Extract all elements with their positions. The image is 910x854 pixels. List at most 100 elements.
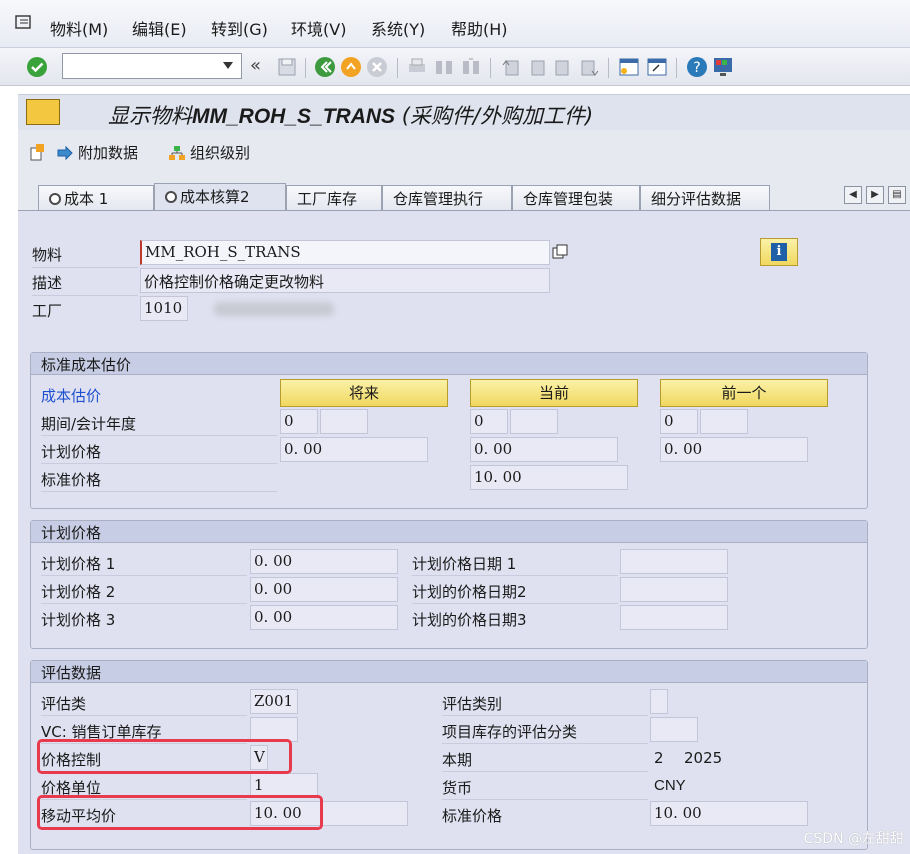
title-suffix: (采购件/外购加工件) (395, 104, 594, 128)
title-bar: 显示物料MM_ROH_S_TRANS (采购件/外购加工件) (18, 94, 910, 130)
tab-label: 仓库管理执行 (393, 190, 484, 208)
org-levels-button[interactable]: 组织级别 (168, 142, 250, 163)
menu-system[interactable]: 系统(Y) (371, 16, 425, 40)
chevron-down-icon[interactable] (223, 62, 233, 69)
tab-prev-icon[interactable]: ◀ (844, 186, 862, 204)
std-price-label: 标准价格 (41, 471, 102, 489)
tab-label: 工厂库存 (297, 190, 358, 208)
last-page-icon[interactable] (578, 56, 600, 78)
copy-icon[interactable] (552, 244, 568, 260)
status-icon (165, 191, 177, 203)
row-underline (41, 715, 247, 716)
material-label: 物料 (32, 246, 63, 264)
previous-plan-price-field: 0. 00 (660, 437, 808, 462)
info-button[interactable]: i (760, 238, 798, 266)
additional-data-button[interactable]: 附加数据 (56, 142, 138, 163)
future-period-field: 0 (280, 409, 318, 434)
future-button[interactable]: 将来 (280, 379, 448, 407)
current-year-field (510, 409, 558, 434)
currency-label: 货币 (442, 779, 473, 797)
enter-check-icon[interactable] (26, 56, 48, 78)
row-underline (442, 715, 648, 716)
separator (305, 58, 306, 78)
planned-date-1-field (620, 549, 728, 574)
current-button[interactable]: 当前 (470, 379, 638, 407)
separator (608, 58, 609, 78)
tab-split-valuation[interactable]: 细分评估数据 (640, 185, 770, 210)
help-icon[interactable]: ? (686, 56, 708, 78)
row-underline (412, 575, 618, 576)
menu-icon[interactable] (14, 14, 34, 32)
menu-goto[interactable]: 转到(G) (211, 16, 268, 40)
price-control-highlight (37, 739, 292, 774)
find-icon[interactable] (433, 56, 455, 78)
tab-label: 成本 1 (64, 190, 109, 208)
shortcut-icon[interactable] (646, 56, 668, 78)
current-plan-price-field: 0. 00 (470, 437, 618, 462)
planned-price-1-label: 计划价格 1 (41, 555, 116, 573)
tab-plant-stock[interactable]: 工厂库存 (286, 185, 382, 210)
other-view-icon[interactable] (28, 142, 48, 162)
material-field[interactable]: MM_ROH_S_TRANS (140, 240, 550, 265)
material-icon (26, 99, 60, 125)
future-year-field (320, 409, 368, 434)
print-icon[interactable] (406, 56, 428, 78)
previous-button[interactable]: 前一个 (660, 379, 828, 407)
exit-icon[interactable] (340, 56, 362, 78)
tab-label: 仓库管理包装 (523, 190, 614, 208)
project-stock-class-label: 项目库存的评估分类 (442, 723, 578, 741)
separator (397, 58, 398, 78)
row-underline (442, 799, 648, 800)
system-toolbar: « ? (0, 48, 910, 86)
tab-costing2[interactable]: 成本核算2 (154, 183, 286, 211)
hierarchy-icon (169, 146, 185, 160)
cancel-icon[interactable] (366, 56, 388, 78)
menu-material[interactable]: 物料(M) (50, 16, 108, 40)
blurred-text (214, 302, 334, 316)
tab-strip: 成本 1 成本核算2 工厂库存 仓库管理执行 仓库管理包装 细分评估数据 ◀ ▶… (18, 174, 910, 211)
row-underline (442, 743, 648, 744)
main-content: 物料 MM_ROH_S_TRANS 描述 价格控制价格确定更改物料 工厂 101… (18, 210, 910, 854)
future-plan-price-field: 0. 00 (280, 437, 428, 462)
back-icon[interactable] (314, 56, 336, 78)
tab-wm-execution[interactable]: 仓库管理执行 (382, 185, 512, 210)
std-price-field-2: 10. 00 (650, 801, 808, 826)
tab-label: 成本核算2 (180, 188, 250, 206)
menu-help[interactable]: 帮助(H) (451, 16, 508, 40)
project-stock-class-field (650, 717, 698, 742)
planned-date-2-field (620, 577, 728, 602)
row-underline (442, 771, 648, 772)
tab-next-icon[interactable]: ▶ (866, 186, 884, 204)
separator (676, 58, 677, 78)
prev-page-icon[interactable] (526, 56, 548, 78)
current-period-label: 本期 (442, 751, 473, 769)
svg-text:?: ? (693, 60, 700, 76)
cost-estimate-label: 成本估价 (41, 387, 102, 405)
planned-date-3-label: 计划的价格日期3 (412, 611, 527, 629)
org-levels-label: 组织级别 (190, 144, 251, 162)
find-next-icon[interactable] (460, 56, 482, 78)
save-icon[interactable] (276, 56, 298, 78)
title-prefix: 显示物料 (108, 104, 192, 128)
menu-edit[interactable]: 编辑(E) (132, 16, 187, 40)
title-material: MM_ROH_S_TRANS (192, 105, 396, 128)
new-session-icon[interactable] (618, 56, 640, 78)
description-label: 描述 (32, 274, 63, 292)
command-field[interactable] (62, 53, 242, 79)
planned-price-2-label: 计划价格 2 (41, 583, 116, 601)
planned-price-3-label: 计划价格 3 (41, 611, 116, 629)
tab-list-icon[interactable]: ▤ (888, 186, 906, 204)
next-page-icon[interactable] (552, 56, 574, 78)
row-underline (32, 295, 138, 296)
customize-layout-icon[interactable] (712, 56, 734, 78)
group-title: 标准成本估价 (31, 353, 867, 375)
valuation-category-field (650, 689, 668, 714)
valuation-category-label: 评估类别 (442, 695, 503, 713)
planned-date-1-label: 计划价格日期 1 (412, 555, 517, 573)
menu-environment[interactable]: 环境(V) (291, 16, 346, 40)
first-page-icon[interactable] (500, 56, 522, 78)
tab-wm-packaging[interactable]: 仓库管理包装 (512, 185, 640, 210)
collapse-icon[interactable]: « (250, 55, 261, 76)
tab-costing1[interactable]: 成本 1 (38, 185, 154, 210)
watermark: CSDN @左甜甜 (803, 831, 904, 847)
